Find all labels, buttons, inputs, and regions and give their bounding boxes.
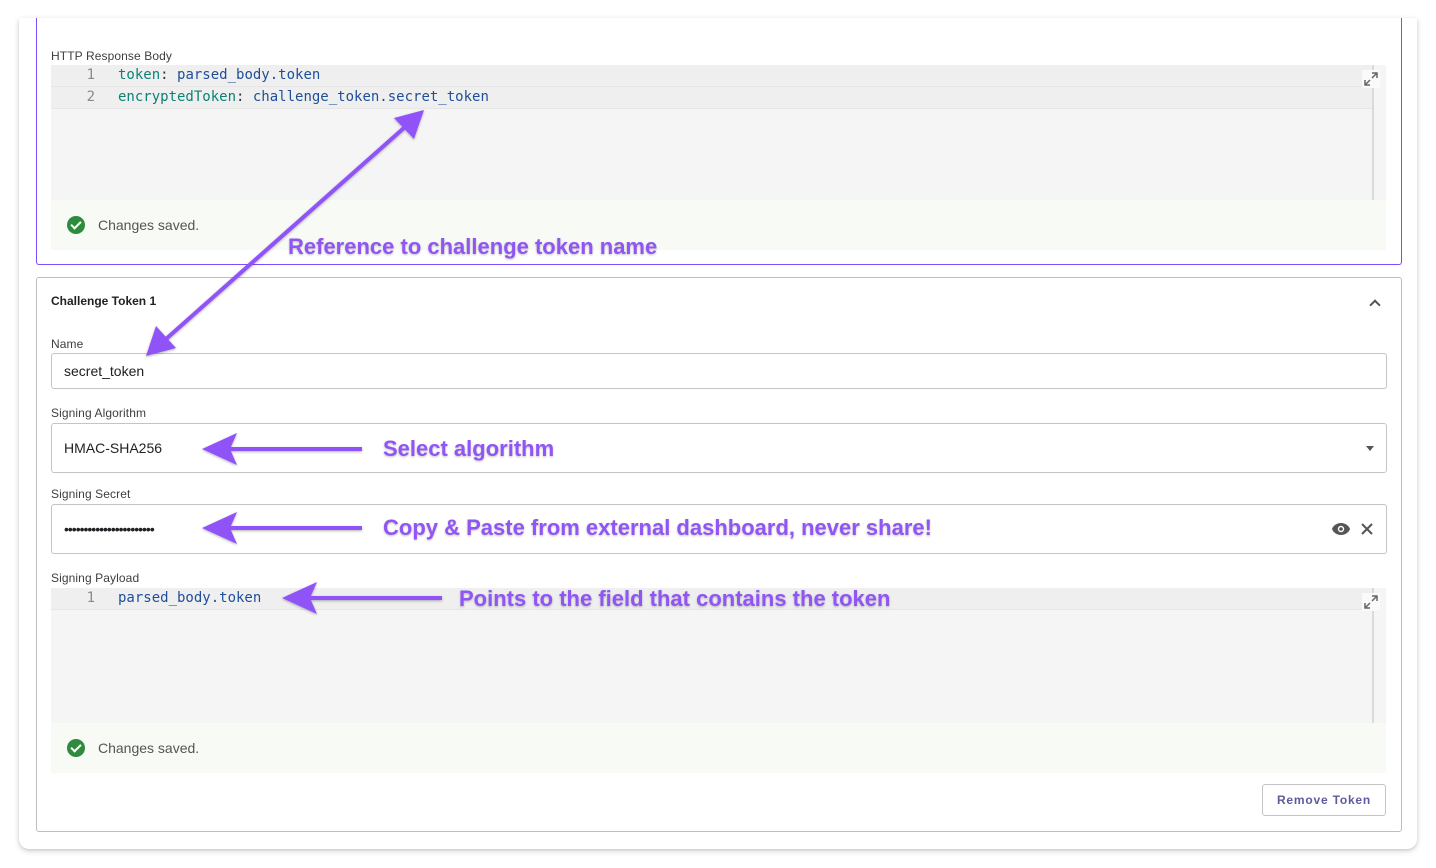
signing-secret-value: •••••••••••••••••••••••: [64, 521, 155, 537]
check-circle-icon: [67, 739, 85, 757]
name-value: secret_token: [64, 363, 145, 379]
signing-algorithm-value: HMAC-SHA256: [64, 440, 163, 456]
code-text: token: parsed_body.token: [118, 67, 321, 83]
dropdown-arrow-icon: [1366, 446, 1374, 451]
line-number: 1: [86, 590, 95, 606]
code-line: 2 encryptedToken: challenge_token.secret…: [51, 87, 1372, 109]
name-label: Name: [51, 337, 84, 351]
chevron-up-icon[interactable]: [1369, 298, 1379, 308]
response-body-label: HTTP Response Body: [51, 49, 172, 63]
response-body-editor[interactable]: 1 token: parsed_body.token 2 encryptedTo…: [51, 65, 1386, 200]
annotation-secret: Copy & Paste from external dashboard, ne…: [383, 515, 932, 540]
signing-secret-label: Signing Secret: [51, 487, 131, 501]
expand-icon[interactable]: [1362, 593, 1380, 611]
code-text: encryptedToken: challenge_token.secret_t…: [118, 89, 489, 105]
saved-status: Changes saved.: [51, 723, 1386, 773]
signing-algorithm-label: Signing Algorithm: [51, 406, 147, 420]
code-line: 1 token: parsed_body.token: [51, 65, 1372, 87]
eye-icon[interactable]: [1330, 519, 1352, 539]
expand-icon[interactable]: [1362, 70, 1380, 88]
remove-token-button[interactable]: Remove Token: [1262, 784, 1386, 816]
saved-text: Changes saved.: [98, 740, 200, 756]
signing-algorithm-select[interactable]: HMAC-SHA256: [51, 423, 1387, 473]
annotation-reference: Reference to challenge token name: [288, 234, 658, 259]
saved-text: Changes saved.: [98, 217, 200, 233]
code-text: parsed_body.token: [118, 590, 262, 606]
clear-icon[interactable]: [1357, 519, 1377, 539]
line-number: 2: [86, 89, 95, 105]
annotation-algorithm: Select algorithm: [383, 436, 555, 461]
check-circle-icon: [67, 216, 85, 234]
line-number: 1: [86, 67, 95, 83]
challenge-token-title: Challenge Token 1: [51, 294, 157, 308]
annotation-payload: Points to the field that contains the to…: [459, 586, 891, 611]
name-input[interactable]: secret_token: [51, 353, 1387, 389]
saved-status: Changes saved.: [51, 200, 1386, 250]
signing-payload-label: Signing Payload: [51, 571, 140, 585]
